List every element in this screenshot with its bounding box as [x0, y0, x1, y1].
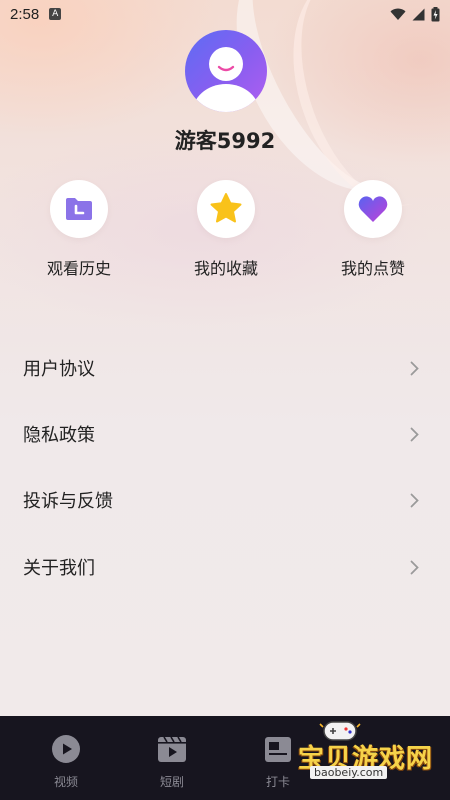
signal-icon [412, 8, 425, 20]
action-label: 我的点赞 [340, 259, 405, 278]
status-bar: 2:58 A [0, 0, 450, 28]
watermark-url: baobeiy.com [310, 766, 388, 779]
menu-item-about-us[interactable]: 关于我们 [0, 534, 450, 600]
wifi-icon [390, 8, 406, 20]
avatar[interactable] [185, 30, 267, 112]
menu-item-feedback[interactable]: 投诉与反馈 [0, 467, 450, 533]
tab-short-drama[interactable]: 短剧 [142, 734, 202, 790]
action-icon-circle [197, 180, 255, 238]
checkin-icon [265, 737, 291, 762]
chevron-right-icon [410, 560, 419, 574]
status-time: 2:58 [10, 5, 40, 23]
menu-item-privacy-policy[interactable]: 隐私政策 [0, 401, 450, 467]
heart-icon [358, 196, 388, 222]
clapper-icon [158, 736, 186, 762]
action-icon-circle [50, 180, 108, 238]
username: 游客5992 [174, 129, 276, 153]
tab-label: 短剧 [159, 775, 184, 789]
chevron-right-icon [410, 493, 419, 507]
chevron-right-icon [410, 361, 419, 375]
star-icon [210, 193, 242, 223]
menu-item-label: 投诉与反馈 [23, 491, 113, 512]
notification-icon: A [49, 8, 62, 20]
my-favorites-button[interactable]: 我的收藏 [171, 180, 281, 279]
default-avatar-icon [192, 47, 260, 112]
watch-history-button[interactable]: 观看历史 [24, 180, 134, 279]
menu-item-label: 关于我们 [23, 558, 95, 579]
chevron-right-icon [410, 427, 419, 441]
action-icon-circle [344, 180, 402, 238]
my-likes-button[interactable]: 我的点赞 [318, 180, 428, 279]
menu-item-label: 用户协议 [23, 359, 95, 380]
history-folder-icon [66, 198, 92, 220]
watermark: 宝贝游戏网 baobeiy.com [298, 718, 448, 788]
action-label: 我的收藏 [193, 259, 258, 278]
tab-label: 视频 [53, 775, 78, 789]
battery-icon [431, 6, 440, 21]
play-circle-icon [52, 735, 80, 763]
action-label: 观看历史 [46, 259, 111, 278]
tab-video[interactable]: 视频 [36, 734, 96, 790]
menu-item-user-agreement[interactable]: 用户协议 [0, 335, 450, 401]
menu-item-label: 隐私政策 [23, 425, 95, 446]
